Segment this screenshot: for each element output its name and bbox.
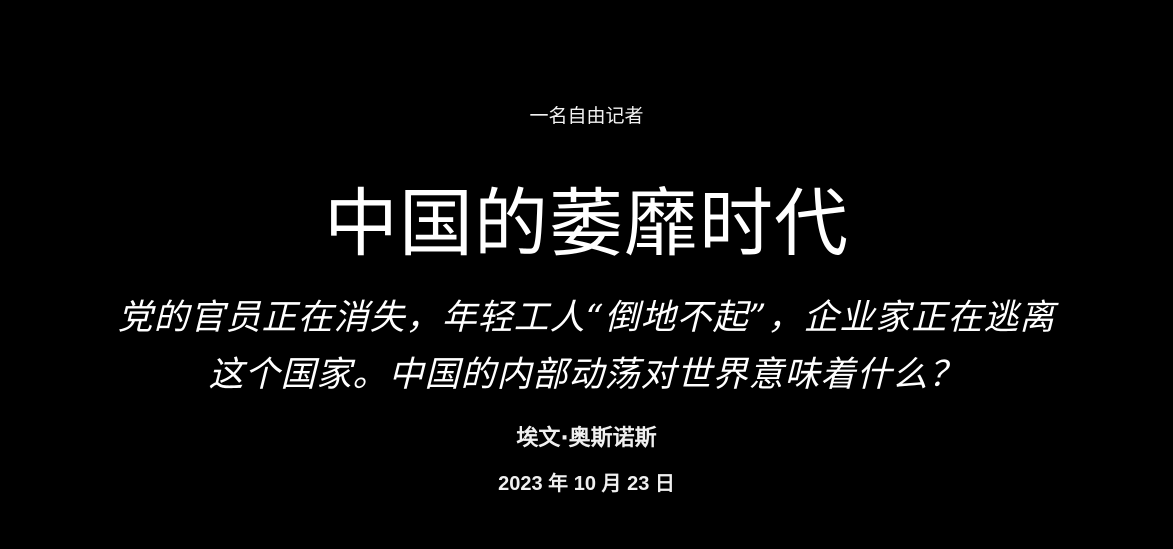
article-hero: 一名自由记者 中国的萎靡时代 党的官员正在消失，年轻工人“倒地不起”，企业家正在…	[0, 0, 1173, 549]
article-date: 2023 年 10 月 23 日	[498, 473, 675, 495]
article-kicker: 一名自由记者	[529, 105, 644, 127]
article-headline: 中国的萎靡时代	[324, 181, 849, 267]
article-dek: 党的官员正在消失，年轻工人“倒地不起”，企业家正在逃离这个国家。中国的内部动荡对…	[117, 298, 1056, 395]
article-byline[interactable]: 埃文·奥斯诺斯	[0, 424, 1173, 454]
